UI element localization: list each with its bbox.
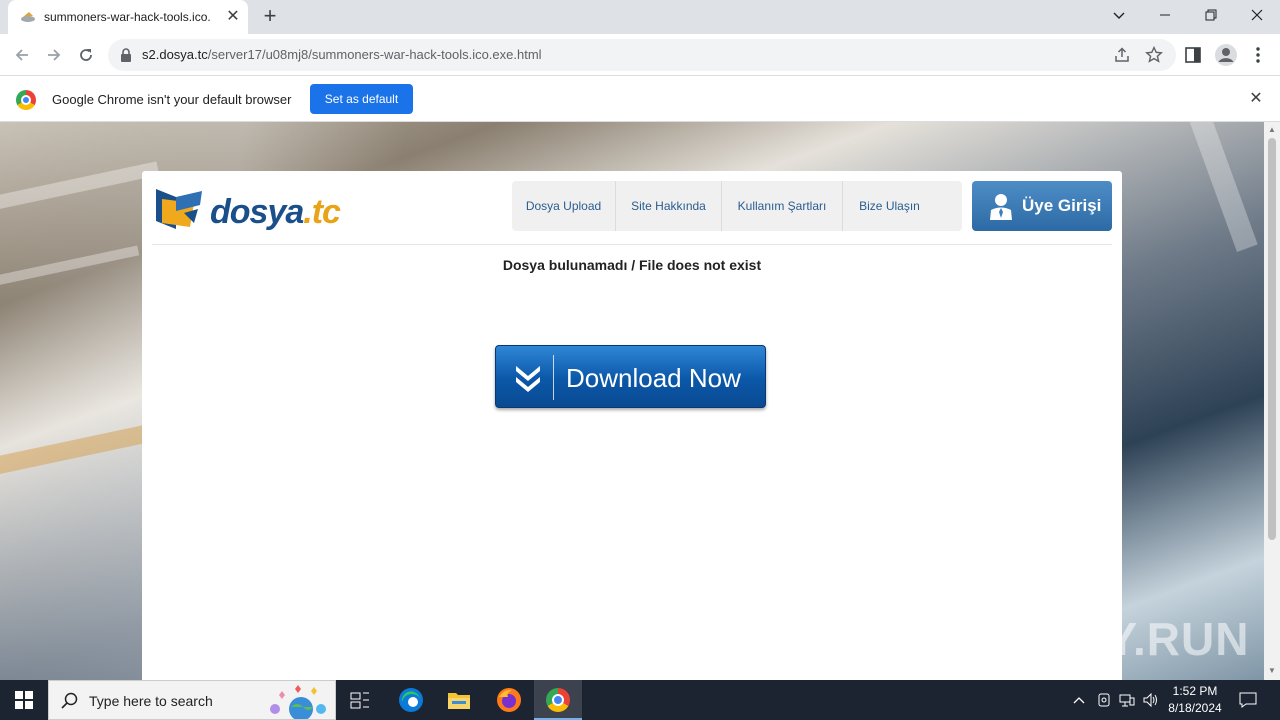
reload-icon[interactable]	[72, 41, 100, 69]
device-tray-icon[interactable]	[1094, 690, 1114, 710]
new-tab-button[interactable]: +	[258, 5, 282, 29]
search-highlight-icon	[270, 685, 326, 719]
file-not-found-message: Dosya bulunamadı / File does not exist	[502, 257, 762, 273]
profile-avatar-icon[interactable]	[1214, 43, 1238, 67]
download-button-separator	[553, 355, 554, 400]
site-nav: Dosya Upload Site Hakkında Kullanım Şart…	[512, 181, 962, 231]
nav-item-dosya-upload[interactable]: Dosya Upload	[512, 181, 616, 231]
windows-taskbar: Type here to search 1:52 PM 8/18/2024	[0, 680, 1280, 720]
tab-title: summoners-war-hack-tools.ico.	[44, 10, 211, 24]
background-streak	[1182, 122, 1258, 252]
logo-name: dosya	[210, 193, 304, 231]
dosya-logo[interactable]: dosya.tc	[154, 183, 344, 233]
notifications-icon[interactable]	[1238, 690, 1258, 710]
task-view-icon	[350, 692, 369, 709]
chrome-taskbar-button[interactable]	[534, 680, 582, 720]
url-text[interactable]: s2.dosya.tc/server17/u08mj8/summoners-wa…	[142, 47, 542, 62]
logo-wordmark: dosya.tc	[210, 193, 341, 232]
background-streak	[0, 161, 160, 217]
firefox-taskbar-button[interactable]	[485, 680, 533, 720]
lock-icon[interactable]	[120, 48, 132, 62]
share-icon[interactable]	[1112, 45, 1132, 65]
page-favicon-icon	[21, 12, 35, 22]
menu-kebab-icon[interactable]	[1250, 46, 1266, 64]
back-icon[interactable]	[8, 41, 36, 69]
scroll-up-icon[interactable]: ▲	[1267, 125, 1277, 135]
download-now-button[interactable]: Download Now	[495, 345, 766, 408]
tab-strip: summoners-war-hack-tools.ico. ✕ +	[0, 0, 1280, 34]
download-label: Download Now	[566, 363, 741, 393]
start-button[interactable]	[0, 680, 48, 720]
login-label: Üye Girişi	[1022, 196, 1102, 215]
volume-icon[interactable]	[1141, 690, 1161, 710]
show-hidden-icons-chevron-icon[interactable]	[1069, 690, 1089, 710]
browser-tab[interactable]: summoners-war-hack-tools.ico. ✕	[8, 0, 248, 34]
infobar-message: Google Chrome isn't your default browser	[52, 92, 292, 107]
clock-time[interactable]: 1:52 PM	[1160, 684, 1230, 698]
url-path: /server17/u08mj8/summoners-war-hack-tool…	[207, 47, 542, 62]
user-icon	[990, 194, 1012, 220]
page-scrollbar[interactable]: ▲ ▼	[1264, 122, 1280, 680]
side-panel-icon[interactable]	[1184, 46, 1202, 64]
scroll-thumb[interactable]	[1268, 138, 1276, 540]
bookmark-star-icon[interactable]	[1144, 45, 1164, 65]
file-explorer-taskbar-button[interactable]	[435, 680, 483, 720]
scroll-down-icon[interactable]: ▼	[1267, 666, 1277, 676]
clock-date[interactable]: 8/18/2024	[1160, 701, 1230, 715]
background-streak	[0, 422, 160, 480]
windows-logo-icon	[15, 691, 33, 709]
header-divider	[152, 244, 1112, 245]
login-button[interactable]: Üye Girişi	[972, 181, 1112, 231]
edge-icon	[399, 688, 423, 712]
tab-search-icon[interactable]	[1096, 0, 1142, 30]
url-host: s2.dosya.tc	[142, 47, 208, 62]
window-close-icon[interactable]	[1234, 0, 1280, 30]
folder-icon	[448, 693, 470, 709]
search-icon	[61, 692, 78, 709]
taskbar-search-box[interactable]: Type here to search	[48, 680, 336, 720]
firefox-icon	[497, 688, 521, 712]
nav-item-kullanim-sartlari[interactable]: Kullanım Şartları	[722, 181, 843, 231]
nav-item-site-hakkinda[interactable]: Site Hakkında	[616, 181, 722, 231]
address-bar[interactable]: s2.dosya.tc/server17/u08mj8/summoners-wa…	[108, 39, 1176, 71]
set-as-default-button[interactable]: Set as default	[310, 84, 413, 114]
logo-tld: .tc	[303, 193, 341, 231]
download-arrow-icon	[516, 366, 540, 392]
tab-close-icon[interactable]: ✕	[224, 8, 242, 26]
minimize-icon[interactable]	[1142, 0, 1188, 30]
restore-icon[interactable]	[1188, 0, 1234, 30]
infobar-close-icon[interactable]: ✕	[1246, 89, 1266, 109]
default-browser-infobar: Google Chrome isn't your default browser…	[0, 77, 1280, 122]
edge-taskbar-button[interactable]	[387, 680, 435, 720]
background-streak	[0, 245, 140, 289]
search-placeholder: Type here to search	[89, 693, 213, 709]
nav-item-bize-ulasin[interactable]: Bize Ulaşın	[843, 181, 936, 231]
content-card: dosya.tc Dosya Upload Site Hakkında Kull…	[142, 171, 1122, 680]
forward-icon[interactable]	[40, 41, 68, 69]
browser-toolbar: s2.dosya.tc/server17/u08mj8/summoners-wa…	[0, 34, 1280, 76]
folder-logo-icon	[156, 189, 202, 229]
chrome-logo-icon	[16, 90, 36, 110]
network-icon[interactable]	[1117, 690, 1137, 710]
task-view-button[interactable]	[336, 680, 384, 720]
chrome-icon	[546, 688, 570, 712]
